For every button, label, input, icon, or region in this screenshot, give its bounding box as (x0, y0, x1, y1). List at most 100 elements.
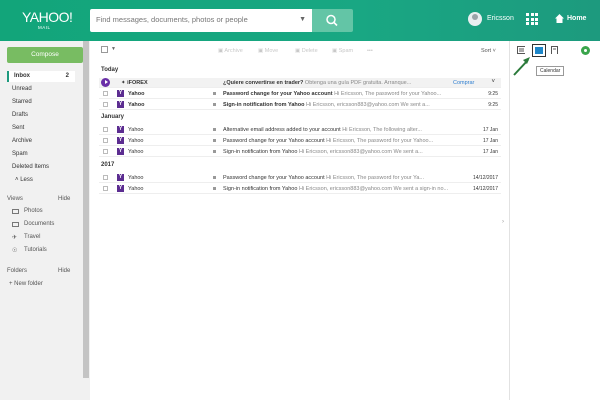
yahoo-icon: Y (117, 137, 124, 144)
list-item[interactable]: Y Yahoo Password change for your Yahoo a… (99, 136, 501, 146)
gear-icon[interactable] (581, 46, 590, 55)
row-date: 9:25 (488, 91, 498, 97)
row-snippet: Hi Ericsson, ericsson883@yahoo.com We se… (298, 149, 423, 155)
new-folder-link[interactable]: + New folder (9, 281, 43, 287)
calendar-icon[interactable] (532, 44, 546, 57)
row-subject-text: Alternative email address added to your … (223, 127, 341, 133)
calendar-icon-face (535, 47, 543, 54)
view-travel[interactable]: Travel (24, 234, 40, 240)
avatar[interactable] (468, 12, 482, 26)
collapse-panel-arrow-icon[interactable]: › (502, 219, 504, 225)
list-item[interactable]: Y Yahoo Sign-in notification from Yahoo … (99, 184, 501, 194)
unread-count-badge: 2 (65, 73, 69, 79)
row-checkbox[interactable] (103, 127, 108, 132)
sidebar-item-archive[interactable]: Archive (7, 138, 75, 144)
chevron-down-icon[interactable]: ▼ (111, 46, 116, 52)
row-checkbox[interactable] (103, 102, 108, 107)
archive-button: ▣ Archive (218, 48, 243, 54)
row-checkbox[interactable] (103, 175, 108, 180)
contacts-icon[interactable] (517, 46, 525, 54)
sort-label: Sort (481, 48, 492, 54)
documents-icon (12, 222, 19, 227)
views-heading: Views (7, 196, 23, 202)
group-heading-2017: 2017 (101, 162, 115, 168)
sidebar-less-toggle[interactable]: ˄ Less (10, 177, 78, 183)
sidebar-item-spam[interactable]: Spam (7, 151, 75, 157)
notepad-icon[interactable] (551, 46, 559, 54)
yahoo-mail-logo[interactable]: YAHOO! MAIL (22, 9, 73, 30)
sidebar-item-sent[interactable]: Sent (7, 125, 75, 131)
row-subject-text: Password change for your Yahoo account (223, 175, 325, 181)
archive-label: Archive (224, 48, 243, 54)
row-date: 17 Jan (482, 127, 498, 133)
row-date: 14/12/2017 (472, 186, 498, 192)
read-dot-icon[interactable] (213, 176, 216, 179)
move-label: Move (264, 48, 279, 54)
move-button: ▣ Move (258, 48, 279, 54)
read-dot-icon[interactable] (213, 128, 216, 131)
read-dot-icon[interactable] (213, 150, 216, 153)
row-subject: Sign-in notification from Yahoo Hi Erics… (223, 186, 483, 192)
sidebar-item-drafts[interactable]: Drafts (7, 112, 75, 118)
yahoo-icon: Y (117, 126, 124, 133)
row-checkbox[interactable] (103, 91, 108, 96)
list-item[interactable]: Y Yahoo Sign-in notification from Yahoo … (99, 100, 501, 110)
row-snippet: Hi Ericsson, The password for your Yahoo… (334, 91, 442, 97)
list-item[interactable]: Y Yahoo Password change for your Yahoo a… (99, 89, 501, 99)
row-checkbox[interactable] (103, 186, 108, 191)
unread-dot-icon[interactable] (213, 92, 216, 95)
folders-hide-link[interactable]: Hide (58, 268, 70, 274)
user-name[interactable]: Ericsson (487, 15, 514, 22)
yahoo-icon: Y (117, 148, 124, 155)
home-link[interactable]: Home (567, 15, 586, 22)
photos-icon (12, 209, 19, 214)
sidebar-item-deleted[interactable]: Deleted Items (7, 164, 75, 170)
ad-sender-name: iFOREX (127, 80, 148, 86)
sidebar-scrollbar[interactable] (83, 41, 89, 378)
select-all-checkbox[interactable] (101, 46, 108, 53)
compose-button[interactable]: Compose (7, 47, 83, 63)
view-photos[interactable]: Photos (24, 208, 43, 214)
group-heading-january: January (101, 114, 125, 120)
view-tutorials[interactable]: Tutorials (24, 247, 47, 253)
list-item[interactable]: Y Yahoo Alternative email address added … (99, 125, 501, 135)
list-item[interactable]: Y Yahoo Sign-in notification from Yahoo … (99, 147, 501, 157)
row-sender: Yahoo (128, 149, 144, 155)
list-item[interactable]: Y Yahoo Password change for your Yahoo a… (99, 173, 501, 183)
row-checkbox[interactable] (103, 149, 108, 154)
search-button[interactable] (312, 9, 353, 32)
row-date: 17 Jan (482, 138, 498, 144)
chevron-down-icon: ˅ (492, 48, 496, 54)
more-button: ••• (367, 48, 373, 54)
ad-cta-link[interactable]: Comprar (453, 80, 474, 86)
group-heading-today: Today (101, 67, 119, 73)
sidebar-item-unread[interactable]: Unread (7, 86, 75, 92)
view-documents[interactable]: Documents (24, 221, 54, 227)
row-subject-text: Sign-in notification from Yahoo (223, 186, 298, 192)
ad-subject-text: ¿Quiere convertirse en trader? (223, 80, 304, 86)
row-sender: Yahoo (128, 91, 145, 97)
views-hide-link[interactable]: Hide (58, 196, 70, 202)
read-dot-icon[interactable] (213, 187, 216, 190)
sort-dropdown[interactable]: Sort ˅ (481, 48, 496, 54)
apps-grid-icon[interactable] (526, 13, 538, 25)
read-dot-icon[interactable] (213, 139, 216, 142)
calendar-tooltip: Calendar (536, 66, 565, 76)
sidebar-item-inbox[interactable]: Inbox 2 (7, 71, 75, 82)
chevron-down-icon[interactable]: ˅ (491, 79, 495, 85)
unread-dot-icon[interactable] (213, 103, 216, 106)
sidebar-item-label: Inbox (14, 73, 30, 79)
tutorials-icon: ☉ (12, 248, 18, 254)
row-sender: Yahoo (128, 186, 144, 192)
row-checkbox[interactable] (103, 138, 108, 143)
sidebar-item-starred[interactable]: Starred (7, 99, 75, 105)
less-label: Less (20, 177, 33, 183)
search-placeholder: Find messages, documents, photos or peop… (96, 15, 248, 24)
chevron-down-icon[interactable]: ▼ (299, 16, 306, 23)
ad-row[interactable]: ✦ iFOREX ¿Quiere convertirse en trader? … (99, 78, 501, 88)
row-subject: Password change for your Yahoo account H… (223, 91, 483, 97)
row-subject: Password change for your Yahoo account H… (223, 175, 483, 181)
home-icon[interactable] (554, 13, 565, 24)
search-input[interactable]: Find messages, documents, photos or peop… (90, 9, 312, 32)
delete-label: Delete (301, 48, 318, 54)
